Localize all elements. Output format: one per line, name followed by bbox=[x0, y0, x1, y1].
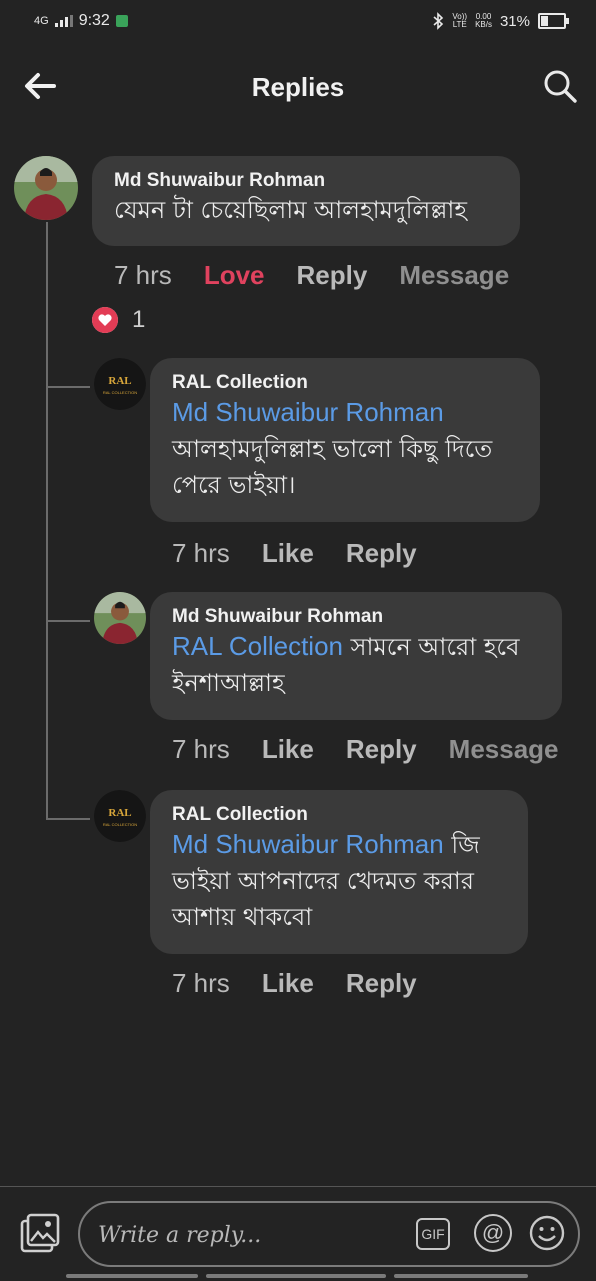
mention-link[interactable]: Md Shuwaibur Rohman bbox=[172, 397, 444, 427]
message-button[interactable]: Message bbox=[449, 734, 559, 765]
volte-indicator: Vo)) LTE bbox=[452, 12, 468, 29]
like-button[interactable]: Like bbox=[262, 968, 314, 999]
person-avatar-icon bbox=[94, 592, 146, 644]
svg-text:RAL: RAL bbox=[108, 807, 131, 819]
page-title: Replies bbox=[251, 72, 345, 102]
avatar[interactable] bbox=[14, 156, 78, 220]
comment-author[interactable]: Md Shuwaibur Rohman bbox=[172, 606, 540, 628]
ral-logo-icon: RAL RAL COLLECTION bbox=[94, 790, 146, 842]
like-button[interactable]: Like bbox=[262, 538, 314, 569]
reply-composer: Write a reply... GIF @ bbox=[0, 1186, 596, 1281]
comment-actions: 7 hrs Like Reply Message bbox=[172, 734, 591, 765]
nav-bar-segment bbox=[394, 1274, 528, 1278]
like-button[interactable]: Like bbox=[262, 734, 314, 765]
comment-time: 7 hrs bbox=[114, 260, 172, 290]
reply-button[interactable]: Reply bbox=[297, 260, 368, 291]
network-type: 4G bbox=[34, 15, 49, 27]
comment-author[interactable]: RAL Collection bbox=[172, 804, 506, 826]
svg-text:RAL: RAL bbox=[108, 375, 131, 387]
reaction-summary[interactable]: 1 bbox=[92, 306, 145, 334]
mention-link[interactable]: Md Shuwaibur Rohman bbox=[172, 829, 444, 859]
ral-logo-icon: RAL RAL COLLECTION bbox=[94, 358, 146, 410]
svg-text:RAL COLLECTION: RAL COLLECTION bbox=[103, 390, 137, 395]
person-avatar-icon bbox=[14, 156, 78, 220]
search-icon[interactable] bbox=[542, 68, 578, 104]
thread-connector bbox=[46, 818, 90, 820]
svg-text:RAL COLLECTION: RAL COLLECTION bbox=[103, 822, 137, 827]
gif-button[interactable]: GIF bbox=[416, 1218, 450, 1250]
thread-connector bbox=[46, 386, 90, 388]
reply-button[interactable]: Reply bbox=[346, 968, 417, 999]
photo-icon[interactable] bbox=[18, 1213, 60, 1255]
reaction-count: 1 bbox=[132, 306, 146, 333]
battery-icon bbox=[538, 13, 569, 29]
thread-connector bbox=[46, 620, 90, 622]
nav-bar-segment bbox=[206, 1274, 386, 1278]
message-button[interactable]: Message bbox=[399, 260, 509, 291]
battery-percent: 31% bbox=[499, 12, 530, 30]
comment-bubble[interactable]: Md Shuwaibur Rohman RAL Collection সামনে… bbox=[150, 592, 562, 720]
status-right: Vo)) LTE 0.00 KB/s 31% bbox=[432, 12, 569, 30]
comment-actions: 7 hrs Like Reply bbox=[172, 538, 449, 569]
mention-link[interactable]: RAL Collection bbox=[172, 631, 343, 661]
heart-reaction-icon bbox=[92, 307, 118, 333]
reply-button[interactable]: Reply bbox=[346, 734, 417, 765]
avatar[interactable] bbox=[94, 592, 146, 644]
thread-line bbox=[46, 222, 48, 820]
app-notification-icon bbox=[115, 15, 128, 27]
mention-button[interactable]: @ bbox=[474, 1214, 512, 1252]
net-speed: 0.00 KB/s bbox=[475, 12, 492, 29]
comment-time: 7 hrs bbox=[172, 734, 230, 764]
bluetooth-icon bbox=[433, 12, 444, 30]
reply-button[interactable]: Reply bbox=[346, 538, 417, 569]
reply-placeholder: Write a reply... bbox=[98, 1223, 262, 1248]
comment-bubble[interactable]: RAL Collection Md Shuwaibur Rohman আলহাম… bbox=[150, 358, 540, 522]
clock: 9:32 bbox=[78, 12, 110, 29]
reply-input[interactable]: Write a reply... GIF @ bbox=[78, 1201, 580, 1267]
comment-author[interactable]: RAL Collection bbox=[172, 372, 518, 394]
nav-bar-segment bbox=[66, 1274, 198, 1278]
status-left: 4G 9:32 bbox=[34, 12, 128, 30]
signal-icon bbox=[54, 15, 73, 27]
comment-bubble[interactable]: RAL Collection Md Shuwaibur Rohman জি ভা… bbox=[150, 790, 528, 954]
comment-actions: 7 hrs Love Reply Message bbox=[114, 260, 541, 291]
comment-time: 7 hrs bbox=[172, 968, 230, 998]
comment-time: 7 hrs bbox=[172, 538, 230, 568]
avatar[interactable]: RAL RAL COLLECTION bbox=[94, 358, 146, 410]
emoji-icon[interactable] bbox=[528, 1214, 566, 1252]
status-bar: 4G 9:32 Vo)) LTE 0.00 KB/s 31% bbox=[0, 0, 596, 46]
love-button[interactable]: Love bbox=[204, 260, 265, 291]
comment-actions: 7 hrs Like Reply bbox=[172, 968, 449, 999]
comment-text: যেমন টা চেয়েছিলাম আলহামদুলিল্লাহ bbox=[114, 196, 467, 224]
comment-text: আলহামদুলিল্লাহ ভালো কিছু দিতে পেরে ভাইয়… bbox=[172, 435, 493, 499]
header: Replies bbox=[0, 58, 596, 116]
comment-author[interactable]: Md Shuwaibur Rohman bbox=[114, 170, 498, 192]
avatar[interactable]: RAL RAL COLLECTION bbox=[94, 790, 146, 842]
comment-bubble[interactable]: Md Shuwaibur Rohman যেমন টা চেয়েছিলাম আ… bbox=[92, 156, 520, 246]
